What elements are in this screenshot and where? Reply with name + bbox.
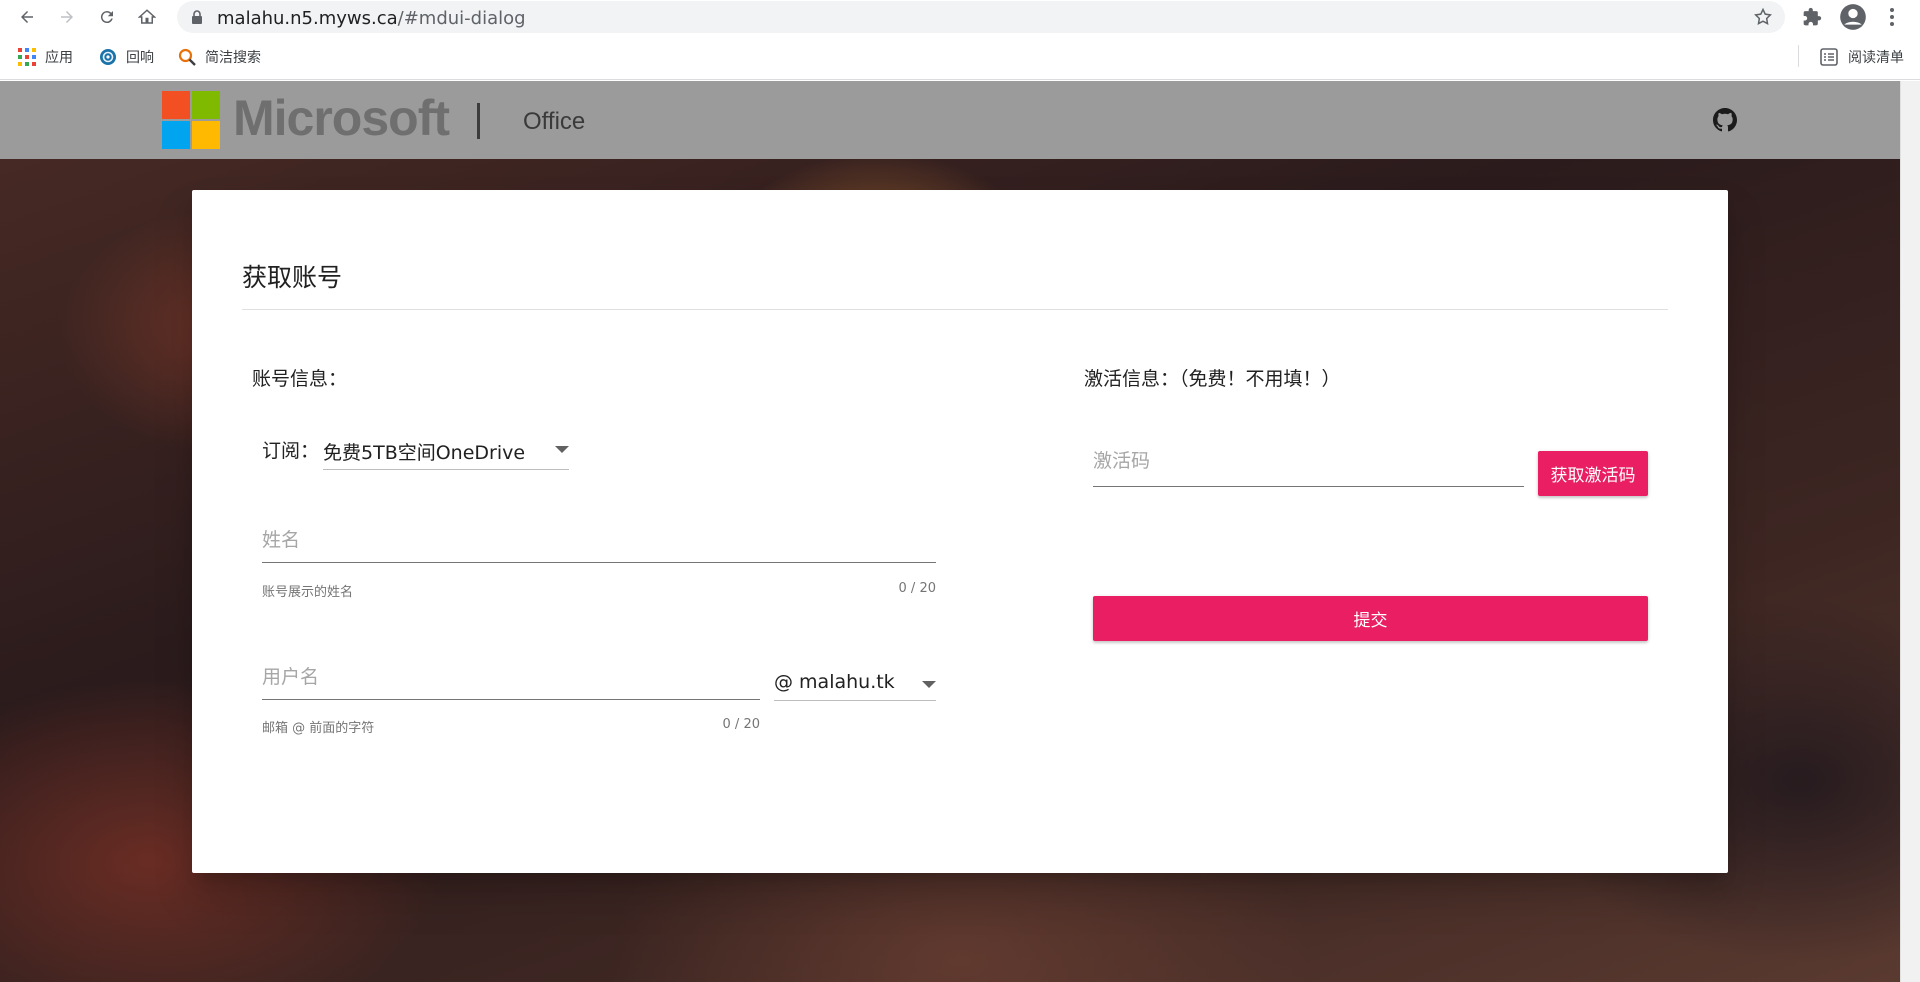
logo-square-blue	[162, 121, 190, 149]
star-icon[interactable]	[1753, 7, 1773, 27]
bookmark-echo[interactable]: 回响	[99, 47, 154, 67]
lock-icon	[192, 10, 202, 24]
get-activation-code-button[interactable]: 获取激活码	[1538, 451, 1648, 496]
chevron-down-icon	[555, 446, 569, 453]
username-helper-text: 邮箱 @ 前面的字符	[262, 721, 375, 736]
logo-square-green	[192, 91, 220, 119]
activation-code-input[interactable]	[1093, 446, 1524, 476]
subscription-label: 订阅：	[262, 440, 320, 462]
dialog-title: 获取账号	[242, 263, 343, 292]
back-button[interactable]	[12, 2, 42, 32]
url-text: malahu.n5.myws.ca/#mdui-dialog	[217, 8, 526, 29]
bookmark-label: 应用	[45, 50, 73, 66]
url-path: /#mdui-dialog	[397, 8, 526, 29]
echo-icon	[100, 49, 116, 65]
bookmark-label: 简洁搜索	[205, 50, 261, 66]
name-field[interactable]	[262, 525, 936, 563]
menu-button[interactable]	[1877, 2, 1907, 32]
subscription-select[interactable]: 免费5TB空间OneDrive	[323, 434, 569, 470]
address-bar[interactable]: malahu.n5.myws.ca/#mdui-dialog	[177, 1, 1785, 33]
page-viewport: Microsoft Office 获取账号 账号信息： 订阅： 免费5TB空间O…	[0, 81, 1920, 982]
bookmark-simple-search[interactable]: 简洁搜索	[178, 47, 261, 67]
username-field[interactable]	[262, 662, 760, 700]
page-scrollbar[interactable]	[1900, 81, 1920, 982]
name-char-counter: 0 / 20	[898, 581, 936, 596]
reading-list-label: 阅读清单	[1848, 50, 1904, 66]
name-helper-text: 账号展示的姓名	[262, 585, 354, 600]
subscription-value: 免费5TB空间OneDrive	[323, 442, 526, 464]
github-icon[interactable]	[1713, 108, 1737, 132]
name-input[interactable]	[262, 525, 936, 555]
app-header: Microsoft Office	[0, 81, 1900, 159]
domain-value: @ malahu.tk	[774, 671, 895, 693]
reload-icon	[100, 11, 113, 24]
more-vert-icon	[1890, 8, 1894, 26]
brand-name: Microsoft	[233, 90, 450, 146]
account-section-title: 账号信息：	[252, 368, 348, 390]
profile-button[interactable]	[1838, 2, 1868, 32]
activation-section-title: 激活信息：（免费！不用填！）	[1084, 368, 1341, 390]
browser-toolbar: malahu.n5.myws.ca/#mdui-dialog	[0, 0, 1920, 33]
puzzle-icon	[1803, 7, 1822, 26]
reading-list-icon	[1820, 48, 1838, 66]
microsoft-logo	[162, 91, 220, 149]
home-icon	[138, 9, 156, 24]
home-button[interactable]	[132, 2, 162, 32]
url-host: malahu.n5.myws.ca	[217, 8, 398, 29]
username-input[interactable]	[262, 662, 760, 692]
domain-select[interactable]: @ malahu.tk	[774, 671, 936, 701]
arrow-right-icon	[61, 11, 73, 23]
bookmarks-divider	[1798, 45, 1799, 67]
activation-code-field[interactable]	[1093, 446, 1524, 487]
reading-list-button[interactable]: 阅读清单	[1798, 45, 1904, 67]
account-circle-icon	[1840, 4, 1866, 30]
reload-button[interactable]	[92, 2, 122, 32]
bookmark-label: 回响	[126, 50, 154, 66]
submit-button[interactable]: 提交	[1093, 596, 1648, 641]
product-name: Office	[523, 108, 586, 135]
search-icon	[178, 48, 196, 66]
apps-grid-icon	[18, 48, 36, 66]
bookmark-apps[interactable]: 应用	[18, 47, 73, 67]
logo-square-red	[162, 91, 190, 119]
bookmarks-bar: 应用 回响 简洁搜索 阅读清单	[0, 33, 1920, 80]
arrow-left-icon	[21, 11, 33, 23]
forward-button[interactable]	[52, 2, 82, 32]
extensions-button[interactable]	[1797, 2, 1827, 32]
brand-divider	[477, 103, 480, 139]
logo-square-yellow	[192, 121, 220, 149]
chevron-down-icon	[922, 681, 936, 688]
dialog-divider	[242, 309, 1668, 310]
get-account-dialog: 获取账号 账号信息： 订阅： 免费5TB空间OneDrive 账号展示的姓名 0…	[192, 190, 1728, 873]
username-char-counter: 0 / 20	[722, 717, 760, 732]
